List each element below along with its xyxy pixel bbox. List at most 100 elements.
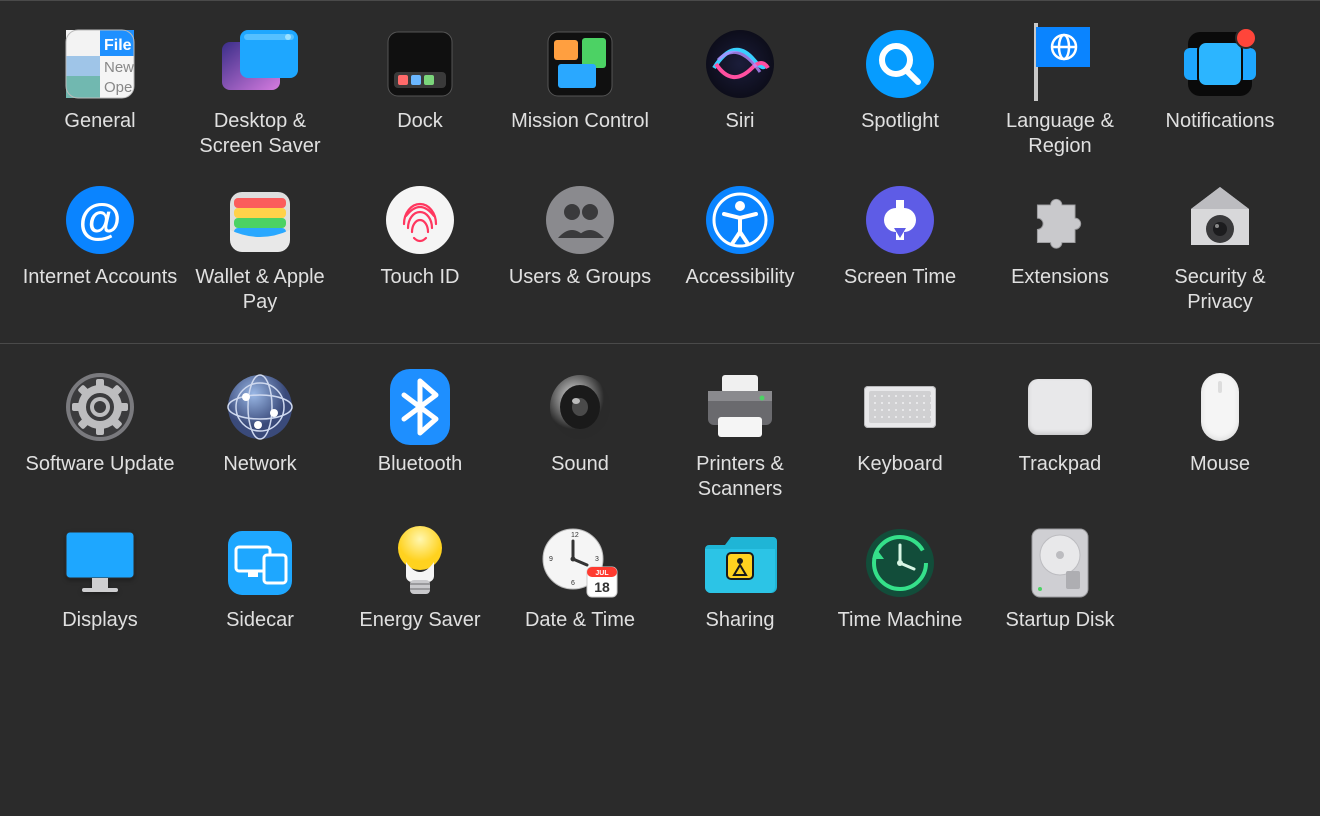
- prefs-grid: File New Ope General: [20, 25, 1300, 337]
- spotlight-icon: [861, 25, 939, 103]
- pref-label: Keyboard: [857, 452, 943, 477]
- pref-mission-control[interactable]: Mission Control: [500, 25, 660, 181]
- svg-text:3: 3: [595, 556, 599, 563]
- date-time-icon: 12 3 6 9 JUL 18: [541, 524, 619, 602]
- pref-sound[interactable]: Sound: [500, 368, 660, 524]
- pref-time-machine[interactable]: Time Machine: [820, 524, 980, 655]
- pref-language-region[interactable]: Language & Region: [980, 25, 1140, 181]
- software-update-icon: [61, 368, 139, 446]
- pref-label: Displays: [62, 608, 138, 633]
- desktop-icon: [221, 25, 299, 103]
- pref-label: Mission Control: [511, 109, 649, 134]
- pref-label: Users & Groups: [509, 265, 651, 290]
- pref-keyboard[interactable]: Keyboard: [820, 368, 980, 524]
- svg-text:12: 12: [571, 532, 579, 539]
- pref-label: Trackpad: [1019, 452, 1102, 477]
- pref-label: Desktop & Screen Saver: [182, 109, 338, 159]
- users-groups-icon: [541, 181, 619, 259]
- mission-control-icon: [541, 25, 619, 103]
- pref-mouse[interactable]: Mouse: [1140, 368, 1300, 524]
- trackpad-icon: [1021, 368, 1099, 446]
- pref-dock[interactable]: Dock: [340, 25, 500, 181]
- pref-label: General: [64, 109, 135, 134]
- pref-label: Internet Accounts: [23, 265, 178, 290]
- language-region-icon: [1021, 25, 1099, 103]
- pref-siri[interactable]: Siri: [660, 25, 820, 181]
- pref-sidecar[interactable]: Sidecar: [180, 524, 340, 655]
- time-machine-icon: [861, 524, 939, 602]
- pref-energy-saver[interactable]: Energy Saver: [340, 524, 500, 655]
- pref-label: Sound: [551, 452, 609, 477]
- pref-network[interactable]: Network: [180, 368, 340, 524]
- pref-startup-disk[interactable]: Startup Disk: [980, 524, 1140, 655]
- svg-text:JUL: JUL: [595, 570, 609, 577]
- pref-label: Energy Saver: [359, 608, 480, 633]
- pref-label: Software Update: [26, 452, 175, 477]
- pref-software-update[interactable]: Software Update: [20, 368, 180, 524]
- pref-label: Time Machine: [838, 608, 963, 633]
- pref-extensions[interactable]: Extensions: [980, 181, 1140, 337]
- pref-wallet-apple-pay[interactable]: Wallet & Apple Pay: [180, 181, 340, 337]
- pref-label: Notifications: [1166, 109, 1275, 134]
- pref-screen-time[interactable]: Screen Time: [820, 181, 980, 337]
- pref-label: Mouse: [1190, 452, 1250, 477]
- pref-security-privacy[interactable]: Security & Privacy: [1140, 181, 1300, 337]
- pref-label: Sidecar: [226, 608, 294, 633]
- startup-disk-icon: [1021, 524, 1099, 602]
- pref-label: Touch ID: [381, 265, 460, 290]
- bluetooth-icon: [381, 368, 459, 446]
- prefs-section-personal: File New Ope General: [0, 0, 1320, 343]
- pref-desktop-screensaver[interactable]: Desktop & Screen Saver: [180, 25, 340, 181]
- notification-badge-icon: [1235, 27, 1257, 49]
- svg-text:Ope: Ope: [104, 79, 132, 96]
- pref-printers-scanners[interactable]: Printers & Scanners: [660, 368, 820, 524]
- pref-accessibility[interactable]: Accessibility: [660, 181, 820, 337]
- pref-spotlight[interactable]: Spotlight: [820, 25, 980, 181]
- pref-label: Screen Time: [844, 265, 956, 290]
- pref-label: Extensions: [1011, 265, 1109, 290]
- pref-sharing[interactable]: Sharing: [660, 524, 820, 655]
- screen-time-icon: [861, 181, 939, 259]
- siri-icon: [701, 25, 779, 103]
- pref-label: Wallet & Apple Pay: [182, 265, 338, 315]
- wallet-icon: [221, 181, 299, 259]
- pref-date-time[interactable]: 12 3 6 9 JUL 18 Date & Time: [500, 524, 660, 655]
- pref-touch-id[interactable]: Touch ID: [340, 181, 500, 337]
- pref-label: Sharing: [706, 608, 775, 633]
- pref-users-groups[interactable]: Users & Groups: [500, 181, 660, 337]
- energy-saver-icon: [381, 524, 459, 602]
- pref-label: Date & Time: [525, 608, 635, 633]
- printers-icon: [701, 368, 779, 446]
- prefs-grid: Software Update Network: [20, 368, 1300, 655]
- pref-label: Network: [223, 452, 296, 477]
- network-icon: [221, 368, 299, 446]
- touch-id-icon: [381, 181, 459, 259]
- keyboard-icon: [861, 368, 939, 446]
- prefs-section-hardware: Software Update Network: [0, 343, 1320, 661]
- sound-icon: [541, 368, 619, 446]
- svg-text:@: @: [79, 195, 122, 244]
- pref-general[interactable]: File New Ope General: [20, 25, 180, 181]
- pref-displays[interactable]: Displays: [20, 524, 180, 655]
- pref-label: Accessibility: [686, 265, 795, 290]
- svg-text:File: File: [104, 37, 132, 54]
- pref-internet-accounts[interactable]: @ Internet Accounts: [20, 181, 180, 337]
- pref-trackpad[interactable]: Trackpad: [980, 368, 1140, 524]
- pref-label: Language & Region: [982, 109, 1138, 159]
- svg-text:New: New: [104, 59, 134, 76]
- notifications-icon: [1181, 25, 1259, 103]
- sharing-icon: [701, 524, 779, 602]
- accessibility-icon: [701, 181, 779, 259]
- general-icon: File New Ope: [61, 25, 139, 103]
- svg-text:18: 18: [594, 579, 610, 595]
- sidecar-icon: [221, 524, 299, 602]
- svg-text:9: 9: [549, 556, 553, 563]
- svg-text:6: 6: [571, 580, 575, 587]
- pref-label: Dock: [397, 109, 443, 134]
- pref-label: Bluetooth: [378, 452, 463, 477]
- pref-notifications[interactable]: Notifications: [1140, 25, 1300, 181]
- extensions-icon: [1021, 181, 1099, 259]
- pref-label: Spotlight: [861, 109, 939, 134]
- pref-bluetooth[interactable]: Bluetooth: [340, 368, 500, 524]
- security-privacy-icon: [1181, 181, 1259, 259]
